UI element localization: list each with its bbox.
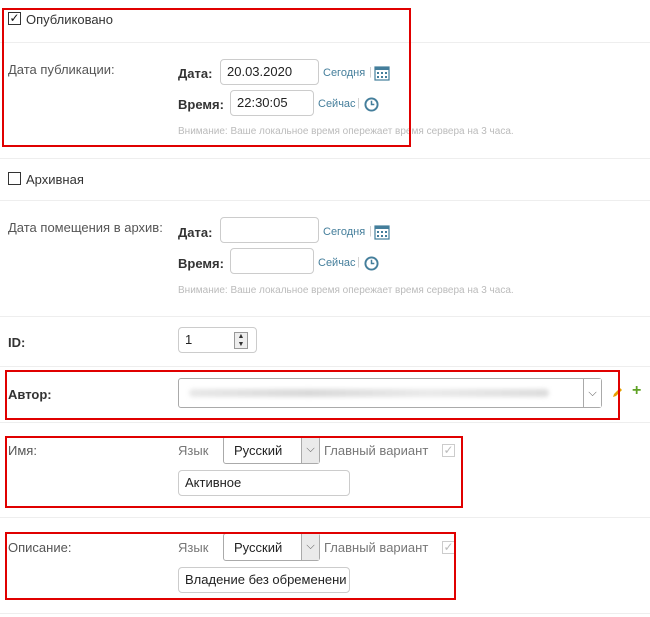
divider: [0, 613, 650, 614]
id-label: ID:: [8, 335, 26, 350]
id-value: 1: [185, 332, 193, 347]
separator: |: [369, 225, 372, 237]
clock-icon[interactable]: [364, 256, 379, 271]
id-stepper[interactable]: ▲ ▼: [234, 332, 248, 349]
highlight-box: [2, 8, 411, 147]
archive-checkbox[interactable]: [8, 172, 21, 185]
archive-today-link[interactable]: Сегодня: [323, 226, 365, 238]
highlight-box: [5, 532, 456, 600]
calendar-icon[interactable]: [374, 224, 390, 240]
separator: |: [357, 256, 360, 268]
archive-date-field-label: Дата:: [178, 225, 213, 240]
divider: [0, 366, 650, 367]
archive-date-label: Дата помещения в архив:: [8, 220, 163, 235]
divider: [0, 422, 650, 423]
plus-icon[interactable]: +: [632, 382, 641, 400]
divider: [0, 158, 650, 159]
divider: [0, 200, 650, 201]
archive-now-link[interactable]: Сейчас: [318, 257, 356, 269]
highlight-box: [5, 436, 463, 508]
archive-time-input[interactable]: [230, 248, 314, 274]
divider: [0, 517, 650, 518]
archive-checkbox-label: Архивная: [26, 172, 84, 187]
archive-help-text: Внимание: Ваше локальное время опережает…: [178, 285, 514, 296]
archive-time-field-label: Время:: [178, 256, 224, 271]
divider: [0, 316, 650, 317]
archive-date-input[interactable]: [220, 217, 319, 243]
highlight-box: [5, 370, 620, 420]
